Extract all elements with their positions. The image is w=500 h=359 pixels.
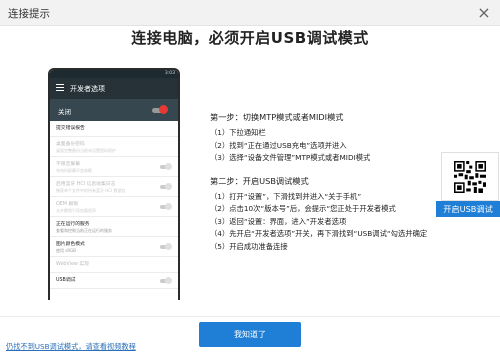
step1-item: （1）下拉通知栏 [210,128,266,137]
phone-setting-row: 图片颜色模式 使用 sRGB [50,237,178,257]
step2-title: 第二步：开启USB调试模式 [210,175,309,186]
phone-setting-title: 桌面备份密码 [56,142,85,147]
phone-setting-subtitle: 充电时屏幕不会休眠 [56,168,92,173]
phone-app-bar: 开发者选项 [50,78,178,99]
got-it-button[interactable]: 我知道了 [199,322,301,347]
phone-setting-title: USB调试 [56,278,76,283]
instructions: 第一步：切换MTP模式或者MIDI模式 （1）下拉通知栏 （2）找到“正在通过U… [210,111,427,253]
phone-setting-row: USB调试 [50,273,178,289]
phone-setting-row: OEM 解锁 允许解锁引导加载程序 [50,197,178,217]
step2-item: （5）开启成功准备连接 [210,241,288,251]
step1-item: （3）选择“设备文件管理”MTP模式或者MIDI模式 [210,153,371,162]
master-toggle-knob [159,105,168,114]
page-heading: 连接电脑，必须开启USB调试模式 [131,29,369,47]
phone-setting-title: 图片颜色模式 [56,242,85,247]
step2-item: （1）打开“设置”，下滑找到并进入“关于手机” [210,191,362,201]
phone-setting-toggle [160,276,172,284]
phone-settings-list: 提交错误报告 桌面备份密码 桌面完整备份当前未设置密码保护 不锁定屏幕 充电时屏幕不会休… [50,121,178,289]
phone-setting-title: 正在运行的服务 [56,222,90,227]
phone-setting-title: 提交错误报告 [56,126,85,131]
window-title: 连接提示 [8,8,50,20]
phone-setting-row: 桌面备份密码 桌面完整备份当前未设置密码保护 [50,137,178,157]
footer-divider [0,316,500,317]
phone-setting-toggle [160,162,172,170]
phone-setting-row: 不锁定屏幕 充电时屏幕不会休眠 [50,157,178,177]
developer-master-switch: 关闭 [50,99,178,121]
phone-setting-toggle [160,242,172,250]
phone-setting-subtitle: 使用 sRGB [56,248,76,253]
phone-setting-subtitle: 查看和控制当前正在运行的服务 [56,228,112,233]
step2-item: （4）先开启“开发者选项”开关，再下滑找到“USB调试“勾选并确定 [210,229,428,238]
phone-setting-toggle [160,202,172,210]
step2-item: （3）返回“设置：界面，进入”开发者选项 [210,216,347,226]
qr-code-icon [441,152,499,201]
phone-setting-row: 正在运行的服务 查看和控制当前正在运行的服务 [50,217,178,237]
phone-setting-toggle [160,182,172,190]
phone-setting-title: 不锁定屏幕 [56,162,80,167]
phone-setting-subtitle: 允许解锁引导加载程序 [56,208,96,213]
step2-item: （2）点击10次“版本号”后，会提示“您正处于开发者模式 [210,204,396,213]
phone-setting-title: OEM 解锁 [56,202,79,207]
phone-app-title: 开发者选项 [70,85,105,93]
phone-setting-title: 启用蓝牙 HCI 信息收集日志 [56,182,116,187]
enable-usb-debug-button[interactable]: 开启USB调试 [436,201,500,217]
title-bar: 连接提示 × [0,0,500,26]
phone-setting-subtitle: 捕获单个文件中的所有蓝牙 HCI 数据包 [56,188,126,193]
close-button[interactable]: × [474,3,494,23]
phone-setting-row: WebView 实现 [50,257,178,273]
phone-setting-row: 提交错误报告 [50,121,178,137]
step1-title: 第一步：切换MTP模式或者MIDI模式 [210,112,344,122]
step1-item: （2）找到“正在通过USB充电”选项并进入 [210,140,347,150]
phone-setting-subtitle: 桌面完整备份当前未设置密码保护 [56,148,116,153]
phone-setting-title: WebView 实现 [56,262,89,267]
menu-icon [56,84,64,91]
phone-screenshot: 3:03 开发者选项 关闭 提交错误报告 桌面备份密码 桌面完整备份当前未设置密码保… [48,68,180,300]
phone-status-bar: 3:03 [50,70,178,78]
video-tutorial-link[interactable]: 仍找不到USB调试模式，请查看视频教程 [6,342,136,352]
qr-code-graphic [454,160,486,193]
phone-setting-row: 启用蓝牙 HCI 信息收集日志 捕获单个文件中的所有蓝牙 HCI 数据包 [50,177,178,197]
master-switch-label: 关闭 [58,108,71,116]
